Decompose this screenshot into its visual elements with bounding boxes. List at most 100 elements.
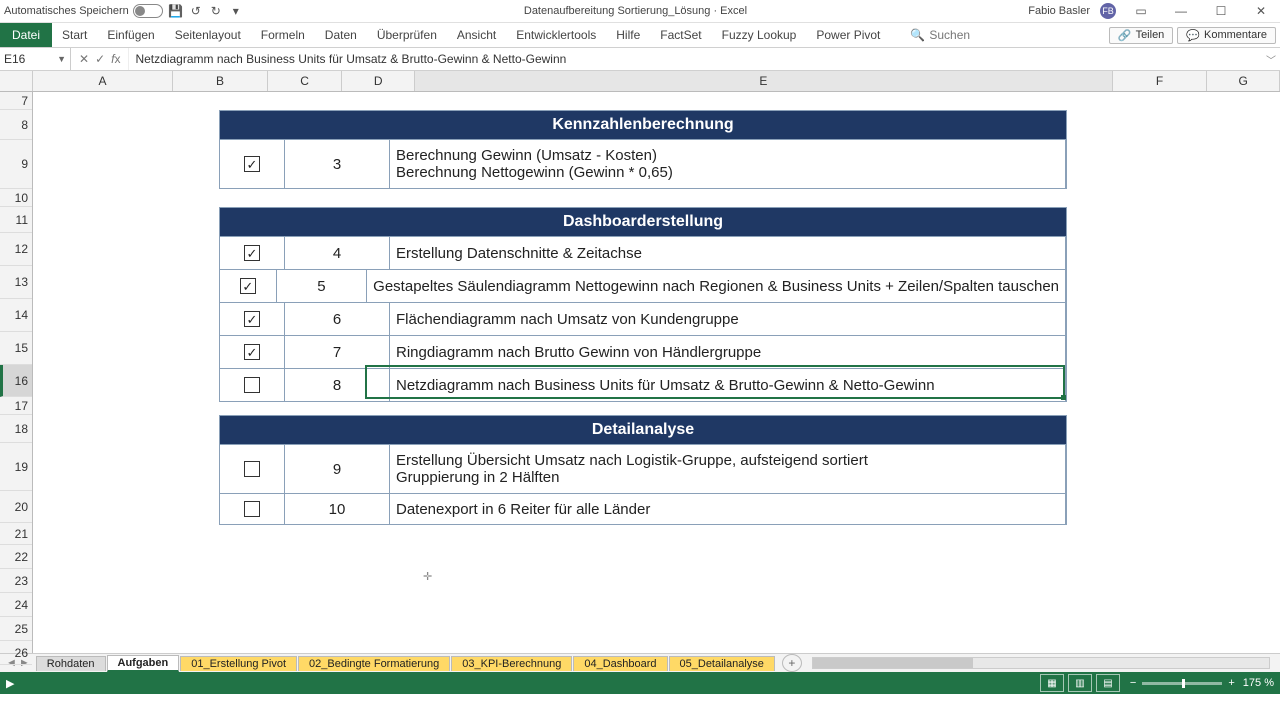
ribbon-tab[interactable]: Ansicht [447,23,506,47]
ribbon-tab[interactable]: Einfügen [97,23,164,47]
checkbox-icon[interactable]: ✓ [244,245,260,261]
share-icon: 🔗 [1118,29,1132,42]
redo-icon[interactable]: ↻ [209,4,223,18]
ribbon-tab[interactable]: Fuzzy Lookup [712,23,807,47]
ribbon-tab[interactable]: Daten [315,23,367,47]
row-header[interactable]: 24 [0,593,32,617]
accept-formula-icon[interactable]: ✓ [95,52,105,66]
row-header[interactable]: 17 [0,397,32,415]
zoom-out-icon[interactable]: − [1130,677,1136,689]
cancel-formula-icon[interactable]: ✕ [79,52,89,66]
ribbon-mode-icon[interactable]: ▭ [1126,4,1156,18]
ribbon-tab[interactable]: Seitenlayout [165,23,251,47]
checkbox-icon[interactable] [244,501,260,517]
close-icon[interactable]: ✕ [1246,4,1276,18]
row-header[interactable]: 7 [0,92,32,110]
ribbon-tab[interactable]: Power Pivot [806,23,890,47]
ribbon-tab[interactable]: Entwicklertools [506,23,606,47]
row-header[interactable]: 14 [0,299,32,332]
col-header[interactable]: D [342,71,415,91]
name-box[interactable]: E16 ▼ [0,48,71,70]
undo-icon[interactable]: ↺ [189,4,203,18]
comments-button[interactable]: 💬Kommentare [1177,27,1276,44]
status-bar: ▶ ▦ ▥ ▤ − + 175 % [0,672,1280,694]
sheet-tab[interactable]: 05_Detailanalyse [669,656,775,671]
sheet-tab[interactable]: 01_Erstellung Pivot [180,656,297,671]
sheet-tab[interactable]: 03_KPI-Berechnung [451,656,572,671]
horizontal-scrollbar[interactable] [812,657,1270,669]
col-header[interactable]: B [173,71,268,91]
row-header[interactable]: 20 [0,491,32,523]
table-header: Detailanalyse [220,416,1066,444]
zoom-in-icon[interactable]: + [1228,677,1234,689]
checkbox-icon[interactable]: ✓ [244,344,260,360]
namebox-dropdown-icon[interactable]: ▼ [57,54,66,64]
row-header[interactable]: 25 [0,617,32,641]
col-header[interactable]: E [415,71,1113,91]
col-header[interactable]: G [1207,71,1280,91]
ribbon-tab[interactable]: Start [52,23,97,47]
sheet-tab[interactable]: 04_Dashboard [573,656,667,671]
formula-input[interactable]: Netzdiagramm nach Business Units für Ums… [129,52,1262,66]
sheet-tab[interactable]: Aufgaben [107,655,180,672]
autosave-toggle[interactable]: Automatisches Speichern [4,4,163,18]
cells-area[interactable]: Kennzahlenberechnung ✓ 3 Berechnung Gewi… [33,92,1280,653]
page-break-view-icon[interactable]: ▤ [1096,674,1120,692]
grid[interactable]: 7 8 9 10 11 12 13 14 15 16 17 18 19 20 2… [0,92,1280,653]
checkbox-icon[interactable] [244,377,260,393]
checkbox-icon[interactable]: ✓ [240,278,256,294]
col-header[interactable]: A [33,71,173,91]
file-tab[interactable]: Datei [0,23,52,47]
sheet-tab[interactable]: 02_Bedingte Formatierung [298,656,450,671]
row-header[interactable]: 26 [0,641,32,665]
row-header[interactable]: 10 [0,189,32,207]
row-header[interactable]: 18 [0,415,32,443]
row-header[interactable]: 23 [0,569,32,593]
row-header[interactable]: 15 [0,332,32,365]
page-layout-view-icon[interactable]: ▥ [1068,674,1092,692]
user-name[interactable]: Fabio Basler [1028,5,1090,17]
col-header[interactable]: F [1113,71,1208,91]
share-button[interactable]: 🔗Teilen [1109,27,1173,44]
expand-formula-bar-icon[interactable]: ﹀ [1262,52,1280,67]
ribbon-tab[interactable]: Überprüfen [367,23,447,47]
task-text: Berechnung Gewinn (Umsatz - Kosten) [396,147,657,164]
zoom-slider[interactable] [1142,682,1222,685]
record-macro-icon[interactable]: ▶ [6,677,14,690]
row-header[interactable]: 19 [0,443,32,491]
checkbox-icon[interactable]: ✓ [244,311,260,327]
row-header[interactable]: 8 [0,110,32,140]
ribbon-tab[interactable]: FactSet [650,23,711,47]
autosave-switch-icon[interactable] [133,4,163,18]
document-title: Datenaufbereitung Sortierung_Lösung · Ex… [243,5,1029,17]
ribbon-tab[interactable]: Formeln [251,23,315,47]
add-sheet-button[interactable]: + [782,654,802,672]
fx-icon[interactable]: fx [111,52,120,66]
checkbox-icon[interactable] [244,461,260,477]
ribbon-tab[interactable]: Hilfe [606,23,650,47]
autosave-label: Automatisches Speichern [4,5,129,17]
row-header[interactable]: 11 [0,207,32,233]
search-box[interactable]: 🔍 Suchen [910,28,970,42]
row-header[interactable]: 22 [0,545,32,569]
zoom-level[interactable]: 175 % [1243,677,1274,689]
table-kennzahlen: Kennzahlenberechnung ✓ 3 Berechnung Gewi… [219,110,1067,189]
row-header[interactable]: 9 [0,140,32,189]
row-header[interactable]: 21 [0,523,32,545]
avatar[interactable]: FB [1100,3,1116,19]
row-header[interactable]: 13 [0,266,32,299]
select-all-corner[interactable] [0,71,33,91]
row-header[interactable]: 16 [0,365,32,397]
normal-view-icon[interactable]: ▦ [1040,674,1064,692]
row-header[interactable]: 12 [0,233,32,266]
task-text: Datenexport in 6 Reiter für alle Länder [390,494,1066,524]
task-text: Flächendiagramm nach Umsatz von Kundengr… [390,303,1066,335]
col-header[interactable]: C [268,71,343,91]
sheet-tab[interactable]: Rohdaten [36,656,106,671]
qat-more-icon[interactable]: ▾ [229,4,243,18]
minimize-icon[interactable]: — [1166,4,1196,18]
maximize-icon[interactable]: ☐ [1206,4,1236,18]
save-icon[interactable]: 💾 [169,4,183,18]
checkbox-icon[interactable]: ✓ [244,156,260,172]
sheet-tab-bar: ◄ ► Rohdaten Aufgaben 01_Erstellung Pivo… [0,653,1280,672]
